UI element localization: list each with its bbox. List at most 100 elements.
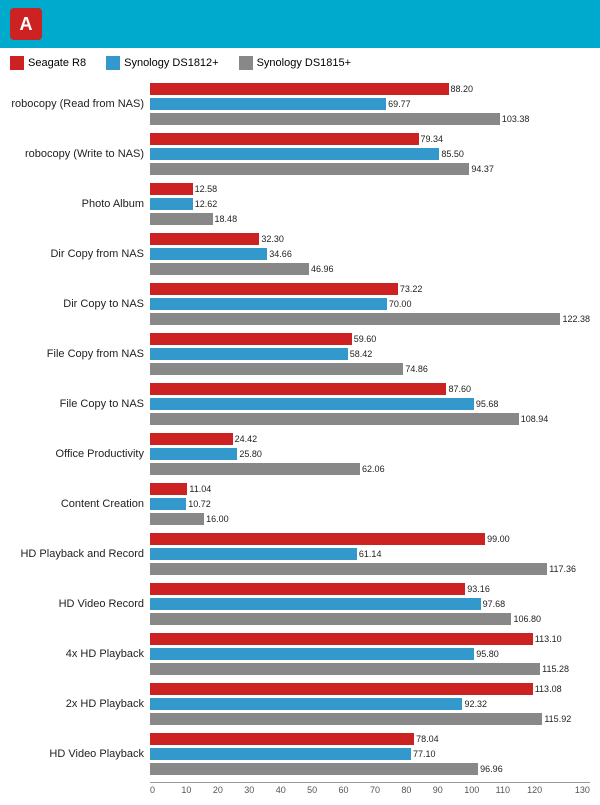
x-tick: 0 [150,785,181,795]
bar [150,148,439,160]
bar-value-label: 115.28 [542,664,569,674]
chart-group: robocopy (Write to NAS)79.3485.5094.37 [10,132,590,176]
bar-row: 61.14 [150,547,590,561]
bar [150,433,233,445]
group-label: HD Video Playback [10,748,150,760]
legend-item: Synology DS1812+ [106,56,218,70]
bar-value-label: 113.08 [535,684,562,694]
bar [150,198,193,210]
legend-item: Synology DS1815+ [239,56,351,70]
bar-row: 69.77 [150,97,590,111]
bar [150,298,387,310]
bar-row: 73.22 [150,282,590,296]
bar-row: 59.60 [150,332,590,346]
bar-row: 117.36 [150,562,590,576]
bar-value-label: 62.06 [362,464,385,474]
bar-value-label: 73.22 [400,284,423,294]
bar-value-label: 34.66 [269,249,292,259]
bar-row: 24.42 [150,432,590,446]
bar [150,548,357,560]
bar [150,448,237,460]
bar-row: 99.00 [150,532,590,546]
bar-row: 95.80 [150,647,590,661]
bar-row: 32.30 [150,232,590,246]
group-label: File Copy from NAS [10,348,150,360]
chart-group: Dir Copy from NAS32.3034.6646.96 [10,232,590,276]
bar [150,683,533,695]
bar-row: 97.68 [150,597,590,611]
bar-row: 10.72 [150,497,590,511]
bars-container: 11.04 10.72 16.00 [150,482,590,526]
bar [150,363,403,375]
bar-value-label: 95.68 [476,399,499,409]
bar [150,648,474,660]
x-tick: 20 [213,785,244,795]
bar-row: 95.68 [150,397,590,411]
bar-row: 12.58 [150,182,590,196]
bar-value-label: 59.60 [354,334,377,344]
bars-container: 93.1697.68106.80 [150,582,590,626]
bar-value-label: 122.38 [562,314,590,324]
bar-row: 115.28 [150,662,590,676]
header: A [0,0,600,48]
bar-value-label: 103.38 [502,114,530,124]
chart-group: Content Creation11.04 10.72 16.00 [10,482,590,526]
x-tick: 50 [307,785,338,795]
legend: Seagate R8Synology DS1812+Synology DS181… [0,48,600,78]
group-label: HD Video Record [10,598,150,610]
bar-row: 46.96 [150,262,590,276]
bar [150,733,414,745]
bar-value-label: 96.96 [480,764,503,774]
bar-row: 115.92 [150,712,590,726]
bar [150,713,542,725]
chart-group: HD Video Playback78.0477.1096.96 [10,732,590,776]
bar-row: 11.04 [150,482,590,496]
bar [150,513,204,525]
chart-group: HD Video Record93.1697.68106.80 [10,582,590,626]
bar-row: 77.10 [150,747,590,761]
bars-container: 32.30 34.66 46.96 [150,232,590,276]
bar-row: 34.66 [150,247,590,261]
bar-row: 87.60 [150,382,590,396]
bar [150,498,186,510]
bar-value-label: 32.30 [261,234,284,244]
bar [150,183,193,195]
bar-row: 85.50 [150,147,590,161]
bar-value-label: 92.32 [464,699,487,709]
bar-value-label: 79.34 [421,134,444,144]
x-tick: 130 [558,785,589,795]
bar-row: 16.00 [150,512,590,526]
bar-value-label: 74.86 [405,364,428,374]
bar-value-label: 10.72 [188,499,211,509]
bar-value-label: 108.94 [521,414,549,424]
bar-row: 94.37 [150,162,590,176]
x-tick: 90 [433,785,464,795]
group-label: File Copy to NAS [10,398,150,410]
group-label: 4x HD Playback [10,648,150,660]
bar [150,163,469,175]
bar-value-label: 24.42 [235,434,258,444]
bars-container: 24.4225.8062.06 [150,432,590,476]
bar [150,698,462,710]
bars-container: 12.5812.6218.48 [150,182,590,226]
bar [150,598,481,610]
bar [150,413,519,425]
bar [150,113,500,125]
bar-row: 113.10 [150,632,590,646]
bars-container: 73.22 70.00 122.38 [150,282,590,326]
bar-value-label: 93.16 [467,584,490,594]
bar [150,383,446,395]
bar [150,613,511,625]
group-label: Content Creation [10,498,150,510]
bar-value-label: 99.00 [487,534,510,544]
bar-value-label: 85.50 [441,149,464,159]
bars-container: 113.08 92.32 115.92 [150,682,590,726]
chart-group: Photo Album12.5812.6218.48 [10,182,590,226]
group-label: 2x HD Playback [10,698,150,710]
bar-row: 108.94 [150,412,590,426]
group-label: Office Productivity [10,448,150,460]
bars-container: 78.0477.1096.96 [150,732,590,776]
bar-value-label: 88.20 [451,84,474,94]
chart-group: File Copy from NAS59.6058.4274.86 [10,332,590,376]
bar-value-label: 70.00 [389,299,412,309]
